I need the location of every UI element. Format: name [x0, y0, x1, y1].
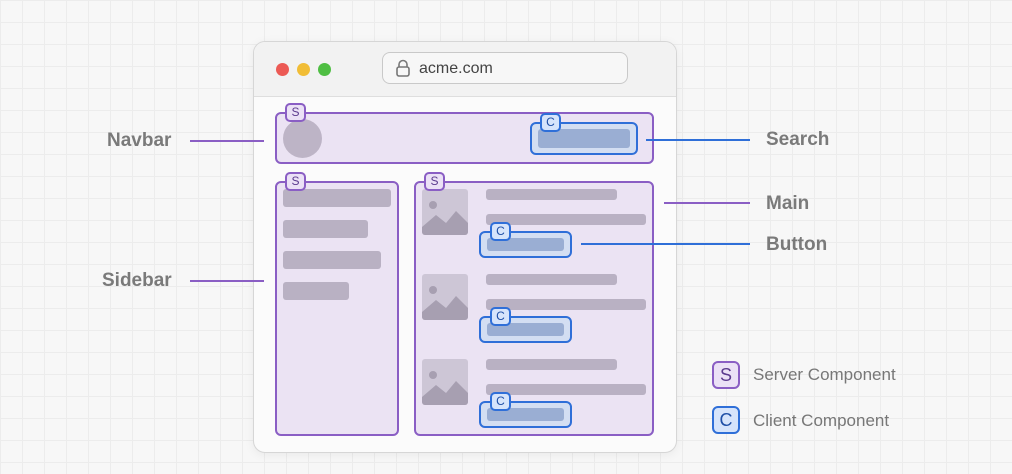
navbar-callout-line — [190, 140, 264, 142]
server-badge: S — [285, 172, 306, 191]
maximize-dot-icon[interactable] — [318, 63, 331, 76]
legend-client-label: Client Component — [753, 411, 890, 430]
close-dot-icon[interactable] — [276, 63, 289, 76]
main-callout-line — [664, 202, 750, 204]
legend-client-badge: C — [712, 406, 740, 434]
avatar — [283, 119, 322, 158]
text-line — [486, 274, 617, 285]
browser-titlebar: acme.com — [254, 42, 676, 97]
text-line — [486, 189, 617, 200]
client-badge: C — [540, 113, 561, 132]
legend-server-badge: S — [712, 361, 740, 389]
sidebar-item — [283, 220, 368, 238]
lock-icon — [396, 59, 410, 77]
client-badge: C — [490, 222, 511, 241]
search-callout: Search — [766, 129, 830, 150]
search-callout-line — [646, 139, 750, 141]
legend-server-label: Server Component — [753, 365, 896, 384]
sidebar-callout: Sidebar — [102, 270, 172, 291]
button-callout-line — [581, 243, 750, 245]
image-placeholder-icon — [422, 274, 468, 320]
image-placeholder-icon — [422, 189, 468, 235]
sidebar-item — [283, 189, 391, 207]
image-placeholder-icon — [422, 359, 468, 405]
sidebar-item — [283, 251, 381, 269]
server-badge: S — [424, 172, 445, 191]
sidebar-callout-line — [190, 280, 264, 282]
server-badge: S — [285, 103, 306, 122]
address-bar[interactable]: acme.com — [382, 52, 628, 84]
url-text: acme.com — [419, 60, 493, 77]
client-badge: C — [490, 307, 511, 326]
text-line — [486, 359, 617, 370]
navbar-callout: Navbar — [107, 130, 172, 151]
main-callout: Main — [766, 193, 810, 214]
client-badge: C — [490, 392, 511, 411]
button-callout: Button — [766, 234, 828, 255]
minimize-dot-icon[interactable] — [297, 63, 310, 76]
sidebar-item — [283, 282, 349, 300]
